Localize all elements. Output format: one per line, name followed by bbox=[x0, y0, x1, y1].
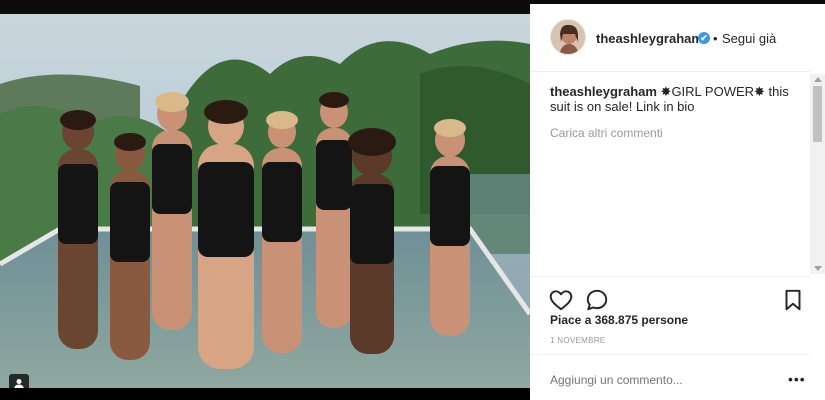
separator-dot: • bbox=[713, 31, 718, 46]
post-header: theashleygraham ✔ • Segui già bbox=[530, 4, 810, 72]
post-photo[interactable] bbox=[0, 14, 530, 388]
scroll-up-arrow[interactable] bbox=[814, 77, 822, 82]
heart-outline-icon bbox=[549, 290, 573, 311]
bookmark-icon bbox=[785, 289, 801, 311]
avatar-image bbox=[551, 20, 585, 54]
avatar[interactable] bbox=[550, 19, 586, 55]
caption-scrollbar[interactable] bbox=[810, 74, 825, 274]
comment-input[interactable] bbox=[550, 373, 750, 387]
instagram-post-view: theashleygraham ✔ • Segui già theashleyg… bbox=[0, 0, 825, 400]
photo-illustration bbox=[0, 14, 530, 388]
comment-button[interactable] bbox=[584, 287, 610, 313]
verified-badge-icon: ✔ bbox=[698, 32, 710, 44]
header-username[interactable]: theashleygraham bbox=[596, 31, 703, 46]
follow-button[interactable]: Segui già bbox=[722, 31, 776, 46]
more-options-button[interactable]: ••• bbox=[788, 372, 806, 386]
like-button[interactable] bbox=[548, 287, 574, 313]
comment-bar: ••• bbox=[530, 354, 810, 400]
post-date: 1 NOVEMBRE bbox=[550, 336, 606, 345]
likes-count[interactable]: Piace a 368.875 persone bbox=[550, 313, 688, 327]
save-button[interactable] bbox=[780, 287, 806, 313]
scroll-down-arrow[interactable] bbox=[814, 266, 822, 271]
speech-bubble-icon bbox=[586, 289, 608, 311]
scroll-thumb[interactable] bbox=[813, 86, 822, 142]
post-caption: theashleygraham ✸GIRL POWER✸ this suit i… bbox=[550, 84, 795, 114]
caption-username[interactable]: theashleygraham bbox=[550, 84, 657, 99]
person-icon bbox=[14, 379, 24, 388]
user-tag-button[interactable] bbox=[9, 374, 29, 388]
load-more-comments-link[interactable]: Carica altri commenti bbox=[550, 126, 663, 140]
post-side-panel: theashleygraham ✔ • Segui già theashleyg… bbox=[530, 4, 810, 400]
